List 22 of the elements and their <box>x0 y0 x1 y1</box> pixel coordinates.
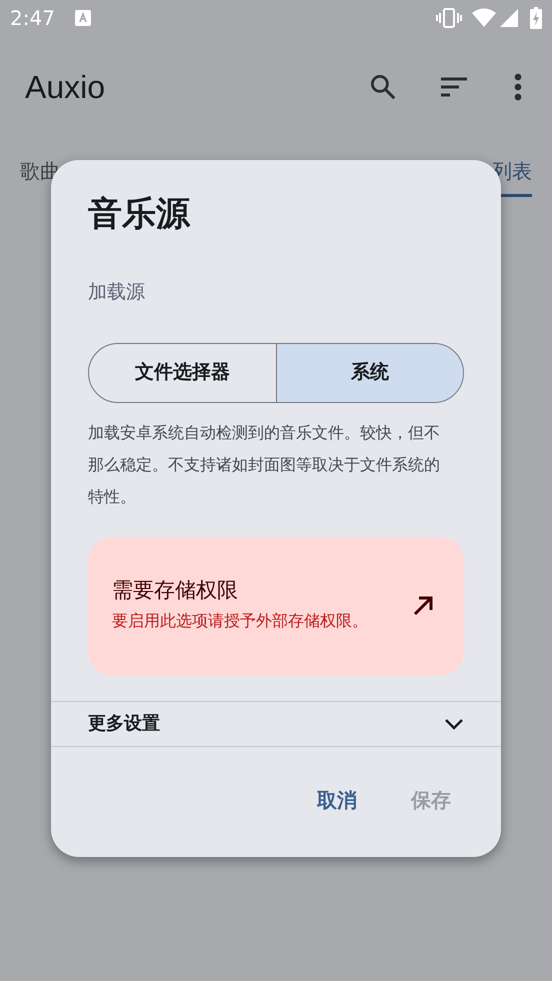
battery-charging-icon <box>530 7 542 29</box>
section-label: 加载源 <box>88 280 146 305</box>
wifi-icon <box>472 8 496 28</box>
more-icon <box>514 73 522 101</box>
dialog-title: 音乐源 <box>88 193 192 236</box>
app-title: Auxio <box>25 68 106 107</box>
sort-icon <box>440 76 468 98</box>
permission-card[interactable]: 需要存储权限 要启用此选项请授予外部存储权限。 <box>88 536 464 674</box>
segment-option[interactable]: 文件选择器 <box>89 344 276 402</box>
permission-title: 需要存储权限 <box>112 576 239 604</box>
description-text: 加载安卓系统自动检测到的音乐文件。较快，但不那么稳定。不支持诸如封面图等取决于文件系统的特性。 <box>88 422 441 508</box>
more-settings-row[interactable]: 更多设置 <box>51 702 501 746</box>
segment-option[interactable]: 系统 <box>276 344 463 402</box>
status-time: 2:47 <box>10 5 55 32</box>
chevron-down-icon <box>444 718 464 730</box>
permission-message: 要启用此选项请授予外部存储权限。 <box>112 610 368 632</box>
vibrate-icon <box>436 8 462 28</box>
search-icon <box>368 72 398 102</box>
arrow-up-right-icon <box>412 594 434 616</box>
dialog-button[interactable]: 取消 <box>303 776 371 822</box>
signal-icon <box>500 9 518 27</box>
notification-icon <box>74 10 91 26</box>
